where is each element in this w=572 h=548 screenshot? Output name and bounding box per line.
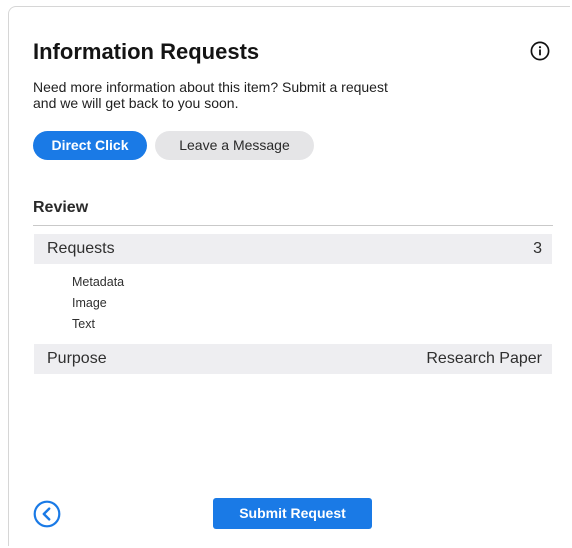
requests-row: Requests 3: [34, 234, 552, 264]
page-subtitle: Need more information about this item? S…: [33, 79, 463, 111]
tab-direct-click[interactable]: Direct Click: [33, 131, 147, 160]
list-item: Image: [72, 296, 107, 310]
requests-label: Requests: [47, 240, 115, 257]
subtitle-line-1: Need more information about this item? S…: [33, 79, 388, 95]
page-title: Information Requests: [33, 39, 260, 64]
chevron-left-circle-icon: [33, 500, 61, 528]
review-heading: Review: [33, 199, 89, 216]
submit-request-button[interactable]: Submit Request: [213, 498, 372, 529]
back-button[interactable]: [33, 500, 61, 528]
requests-list: Metadata Image Text: [72, 272, 124, 335]
purpose-label: Purpose: [47, 350, 107, 367]
subtitle-line-2: and we will get back to you soon.: [33, 95, 239, 111]
requests-count: 3: [533, 240, 542, 257]
purpose-row: Purpose Research Paper: [34, 344, 552, 374]
list-item: Metadata: [72, 275, 125, 289]
review-divider: [33, 225, 553, 226]
purpose-value: Research Paper: [426, 350, 542, 367]
list-item: Text: [72, 317, 95, 331]
info-icon[interactable]: [530, 41, 550, 61]
tab-leave-a-message[interactable]: Leave a Message: [155, 131, 314, 160]
